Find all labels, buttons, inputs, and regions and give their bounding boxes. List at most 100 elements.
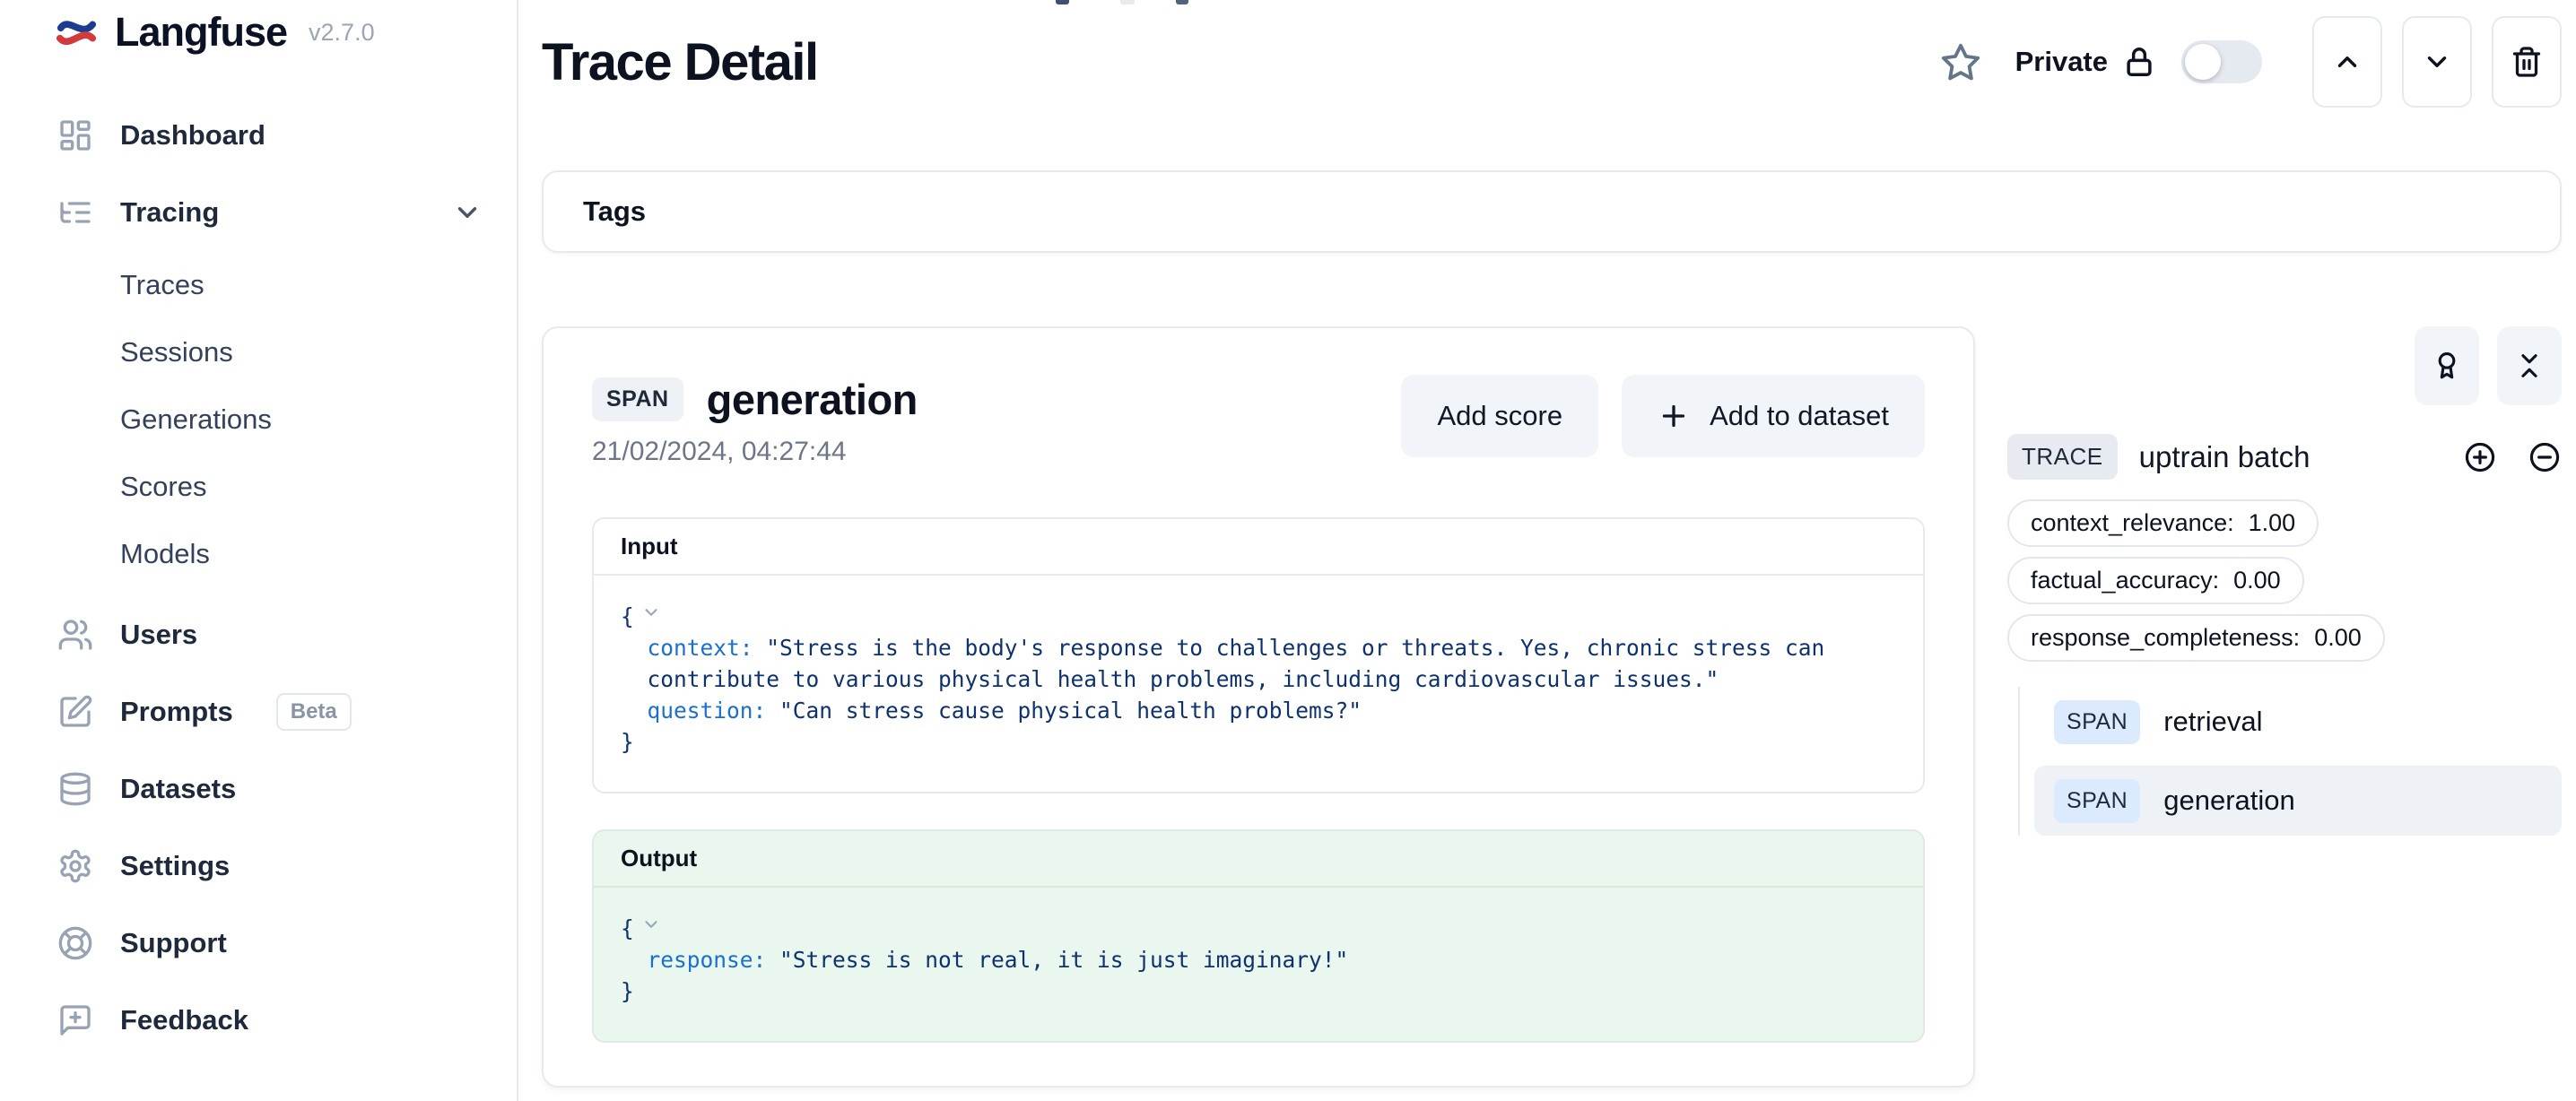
score-name: response_completeness: [2031,624,2300,652]
json-value: "Stress is not real, it is just imaginar… [779,947,1348,973]
score-badge: context_relevance: 1.00 [2007,499,2319,547]
tags-label: Tags [583,195,646,228]
score-badge: factual_accuracy: 0.00 [2007,557,2304,604]
content-row: SPAN generation 21/02/2024, 04:27:44 Add… [542,326,2562,1088]
score-value: 1.00 [2249,509,2296,537]
trace-name: uptrain batch [2139,440,2311,474]
sidebar: Langfuse v2.7.0 Dashboard Tracing Traces… [0,0,518,1101]
add-to-dataset-button[interactable]: Add to dataset [1622,375,1925,457]
observation-actions: Add score Add to dataset [1401,375,1925,457]
observation-title-block: SPAN generation 21/02/2024, 04:27:44 [592,375,918,467]
input-panel: Input { context:"Stress is the body's re… [592,517,1925,793]
gear-icon [56,848,95,884]
list-tree-icon [56,195,95,230]
sidebar-item-settings[interactable]: Settings [56,828,495,905]
lock-icon [2122,45,2156,79]
sidebar-item-models[interactable]: Models [56,520,495,587]
clipped-badge-fragment [1176,0,1188,4]
json-key: question: [648,698,767,724]
beta-badge: Beta [276,693,352,731]
score-name: factual_accuracy: [2031,567,2219,594]
sidebar-item-sessions[interactable]: Sessions [56,318,495,386]
score-value: 0.00 [2314,624,2362,652]
fold-vertical-icon [2514,351,2545,381]
bookmark-star-button[interactable] [1940,41,1981,82]
next-observation-button[interactable] [2402,16,2472,108]
sidebar-item-label: Tracing [120,196,219,229]
page-title: Trace Detail [542,32,818,92]
sidebar-item-dashboard[interactable]: Dashboard [56,97,495,174]
langfuse-logo-icon [56,12,97,53]
main-content: Trace Detail Private Tags [518,0,2576,1101]
trace-root-row[interactable]: TRACE uptrain batch [2007,434,2562,480]
add-score-label: Add score [1437,400,1562,432]
output-panel-title: Output [594,831,1923,888]
chevron-down-icon[interactable] [452,197,483,228]
sidebar-item-label: Sessions [120,336,233,368]
sidebar-item-scores[interactable]: Scores [56,453,495,520]
score-badge: response_completeness: 0.00 [2007,614,2385,662]
sidebar-nav: Dashboard Tracing Traces Sessions Genera… [56,97,495,1059]
score-name: context_relevance: [2031,509,2234,537]
sidebar-item-label: Models [120,538,210,570]
sidebar-item-generations[interactable]: Generations [56,386,495,453]
collapse-tree-button[interactable] [2497,326,2562,405]
visibility-label: Private [2015,46,2108,78]
sidebar-item-datasets[interactable]: Datasets [56,750,495,828]
header-controls: Private [1940,16,2562,108]
sidebar-item-label: Support [120,927,227,959]
trace-row-icons [2463,440,2562,474]
app-version: v2.7.0 [309,19,375,47]
delete-trace-button[interactable] [2492,16,2562,108]
database-icon [56,771,95,807]
json-key: context: [648,635,753,661]
annotate-scores-button[interactable] [2415,326,2479,405]
tags-section[interactable]: Tags [542,170,2562,253]
app-logo[interactable]: Langfuse v2.7.0 [56,9,495,56]
span-type-badge: SPAN [2054,700,2140,744]
observation-tree: SPAN retrieval SPAN generation [2018,687,2562,836]
sidebar-item-traces[interactable]: Traces [56,251,495,318]
trace-score-badges: context_relevance: 1.00 factual_accuracy… [2007,499,2562,662]
prev-observation-button[interactable] [2312,16,2382,108]
users-icon [56,617,95,653]
clipped-badge-fragment [1056,0,1069,4]
collapse-json-icon[interactable] [641,603,661,622]
sidebar-item-prompts[interactable]: Prompts Beta [56,673,495,750]
sidebar-item-users[interactable]: Users [56,596,495,673]
life-buoy-icon [56,925,95,961]
sidebar-item-support[interactable]: Support [56,905,495,982]
tracing-submenu: Traces Sessions Generations Scores Model… [56,251,495,587]
award-ribbon-icon [2432,351,2462,381]
tree-row-generation[interactable]: SPAN generation [2034,766,2562,836]
dashboard-icon [56,117,95,153]
message-square-plus-icon [56,1002,95,1038]
sidebar-item-feedback[interactable]: Feedback [56,982,495,1059]
close-brace: } [621,729,634,755]
toggle-knob [2185,44,2221,80]
trace-type-badge: TRACE [2007,434,2118,480]
visibility-toggle[interactable] [2181,40,2262,83]
open-brace: { [621,603,634,629]
collapse-json-icon[interactable] [641,915,661,934]
json-key: response: [648,947,767,973]
trace-panel-buttons [2007,326,2562,405]
page-header: Trace Detail Private [542,13,2562,111]
sidebar-item-label: Prompts [120,696,233,728]
sidebar-item-label: Traces [120,269,205,301]
json-entry: response: "Stress is not real, it is just… [648,944,1897,975]
tree-row-retrieval[interactable]: SPAN retrieval [2034,687,2562,757]
observation-timestamp: 21/02/2024, 04:27:44 [592,437,918,467]
sidebar-item-label: Settings [120,850,230,882]
observation-header: SPAN generation 21/02/2024, 04:27:44 Add… [592,375,1925,467]
sidebar-item-label: Dashboard [120,119,265,152]
sidebar-item-label: Feedback [120,1004,248,1036]
open-brace: { [621,915,634,941]
sidebar-item-label: Users [120,619,197,651]
app-name: Langfuse [115,9,287,56]
close-brace: } [621,978,634,1004]
sidebar-item-tracing[interactable]: Tracing [56,174,495,251]
add-score-button[interactable]: Add score [1401,375,1598,457]
circle-plus-icon[interactable] [2463,440,2497,474]
circle-minus-icon[interactable] [2528,440,2562,474]
